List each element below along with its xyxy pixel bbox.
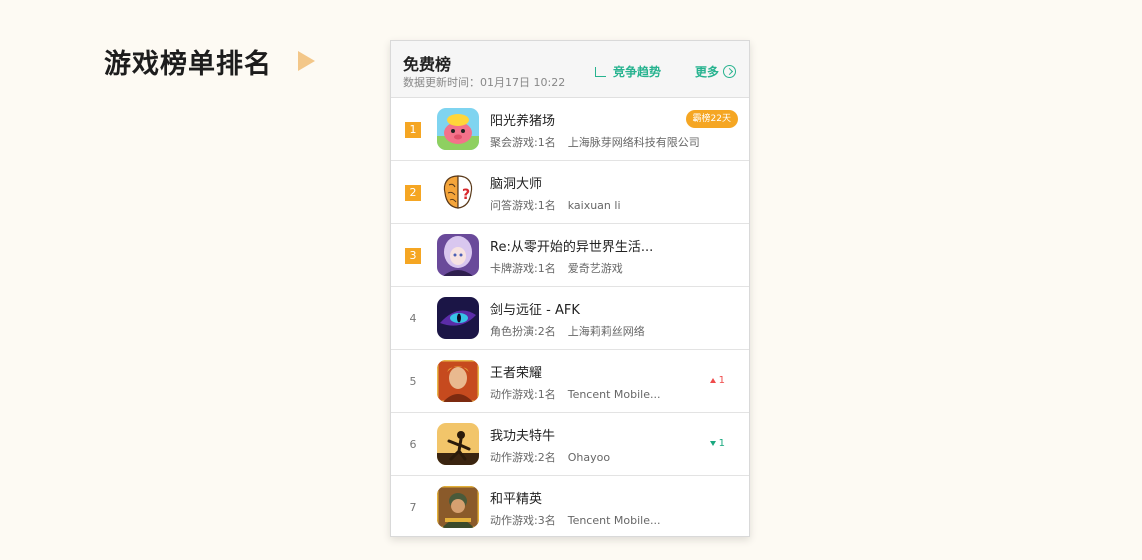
list-item[interactable]: 2 ? 脑洞大师 问答游戏:1名 kaixuan li	[391, 161, 749, 224]
rank-number: 1	[405, 122, 421, 138]
streak-badge: 霸榜22天	[685, 110, 738, 128]
list-item[interactable]: 3 Re:从零开始的异世界生活... 卡牌游戏:1名 爱奇艺游戏	[391, 224, 749, 287]
card-title: 免费榜	[403, 55, 452, 74]
update-time-label: 数据更新时间：	[403, 76, 480, 89]
app-name: 王者荣耀	[490, 366, 543, 381]
arrow-up-icon	[709, 378, 716, 383]
app-name: 脑洞大师	[490, 177, 543, 192]
play-arrow-icon	[298, 51, 315, 71]
category-rank: 卡牌游戏:1名	[490, 262, 556, 275]
list-item[interactable]: 5 王者荣耀 动作游戏:1名 Tencent Mobile... 1	[391, 350, 749, 413]
list-item[interactable]: 6 我功夫特牛 动作游戏:2名 Ohayoo 1	[391, 413, 749, 476]
page-heading: 游戏榜单排名	[100, 42, 315, 81]
developer: 爱奇艺游戏	[567, 262, 623, 275]
pig-game-icon	[437, 108, 479, 150]
app-meta: 动作游戏:1名 Tencent Mobile...	[490, 386, 660, 402]
dragon-eye-icon	[437, 297, 479, 339]
rank-number: 5	[409, 375, 417, 388]
rank-number: 6	[409, 438, 417, 451]
category-rank: 动作游戏:1名	[490, 388, 556, 401]
developer: 上海脉芽网络科技有限公司	[567, 136, 700, 149]
rank-number: 3	[405, 248, 421, 264]
circle-chevron-right-icon	[723, 65, 737, 78]
app-name: 剑与远征 - AFK	[490, 303, 580, 318]
app-meta: 角色扮演:2名 上海莉莉丝网络	[490, 323, 645, 339]
rank-number: 4	[409, 312, 417, 325]
category-rank: 动作游戏:2名	[490, 451, 556, 464]
chart-axis-icon	[595, 66, 606, 77]
list-item[interactable]: 4 剑与远征 - AFK 角色扮演:2名 上海莉莉丝网络	[391, 287, 749, 350]
developer: kaixuan li	[567, 199, 621, 212]
app-meta: 问答游戏:1名 kaixuan li	[490, 197, 621, 213]
developer: 上海莉莉丝网络	[567, 325, 645, 338]
app-name: 阳光养猪场	[490, 114, 556, 129]
brain-puzzle-icon: ?	[437, 171, 479, 213]
rank-number: 7	[409, 501, 417, 514]
list-item[interactable]: 1 阳光养猪场 聚会游戏:1名 上海脉芽网络科技有限公司 霸榜22天	[391, 98, 749, 161]
rank-change-up: 1	[709, 375, 725, 386]
category-rank: 角色扮演:2名	[490, 325, 556, 338]
category-rank: 动作游戏:3名	[490, 514, 556, 527]
soldier-icon	[437, 486, 479, 528]
update-time-value: 01月17日 10:22	[480, 76, 566, 89]
more-link[interactable]: 更多	[695, 63, 737, 80]
developer: Tencent Mobile...	[567, 514, 661, 527]
app-name: 我功夫特牛	[490, 429, 556, 444]
developer: Ohayoo	[567, 451, 611, 464]
competition-trend-link[interactable]: 竞争趋势	[595, 63, 661, 80]
app-name: 和平精英	[490, 492, 543, 507]
list-item[interactable]: 7 和平精英 动作游戏:3名 Tencent Mobile...	[391, 476, 749, 536]
anime-girl-icon	[437, 234, 479, 276]
rank-number: 2	[405, 185, 421, 201]
developer: Tencent Mobile...	[567, 388, 661, 401]
category-rank: 聚会游戏:1名	[490, 136, 556, 149]
kungfu-silhouette-icon	[437, 423, 479, 465]
rank-change-value: 1	[718, 438, 725, 449]
rank-change-down: 1	[709, 438, 725, 449]
app-meta: 动作游戏:3名 Tencent Mobile...	[490, 512, 660, 528]
free-ranking-card: 免费榜 数据更新时间：01月17日 10:22 竞争趋势 更多 1 阳光养猪场 …	[390, 40, 750, 537]
card-header: 免费榜 数据更新时间：01月17日 10:22 竞争趋势 更多	[391, 41, 749, 98]
hero-warrior-icon	[437, 360, 479, 402]
rank-change-value: 1	[718, 375, 725, 386]
svg-text:?: ?	[462, 187, 470, 203]
trend-label: 竞争趋势	[613, 65, 662, 79]
arrow-down-icon	[709, 441, 716, 446]
app-name: Re:从零开始的异世界生活...	[490, 240, 654, 255]
app-meta: 聚会游戏:1名 上海脉芽网络科技有限公司	[490, 134, 700, 150]
app-meta: 卡牌游戏:1名 爱奇艺游戏	[490, 260, 623, 276]
more-label: 更多	[695, 65, 720, 79]
category-rank: 问答游戏:1名	[490, 199, 556, 212]
update-time: 数据更新时间：01月17日 10:22	[403, 74, 565, 90]
page-title: 游戏榜单排名	[100, 42, 276, 81]
app-meta: 动作游戏:2名 Ohayoo	[490, 449, 610, 465]
